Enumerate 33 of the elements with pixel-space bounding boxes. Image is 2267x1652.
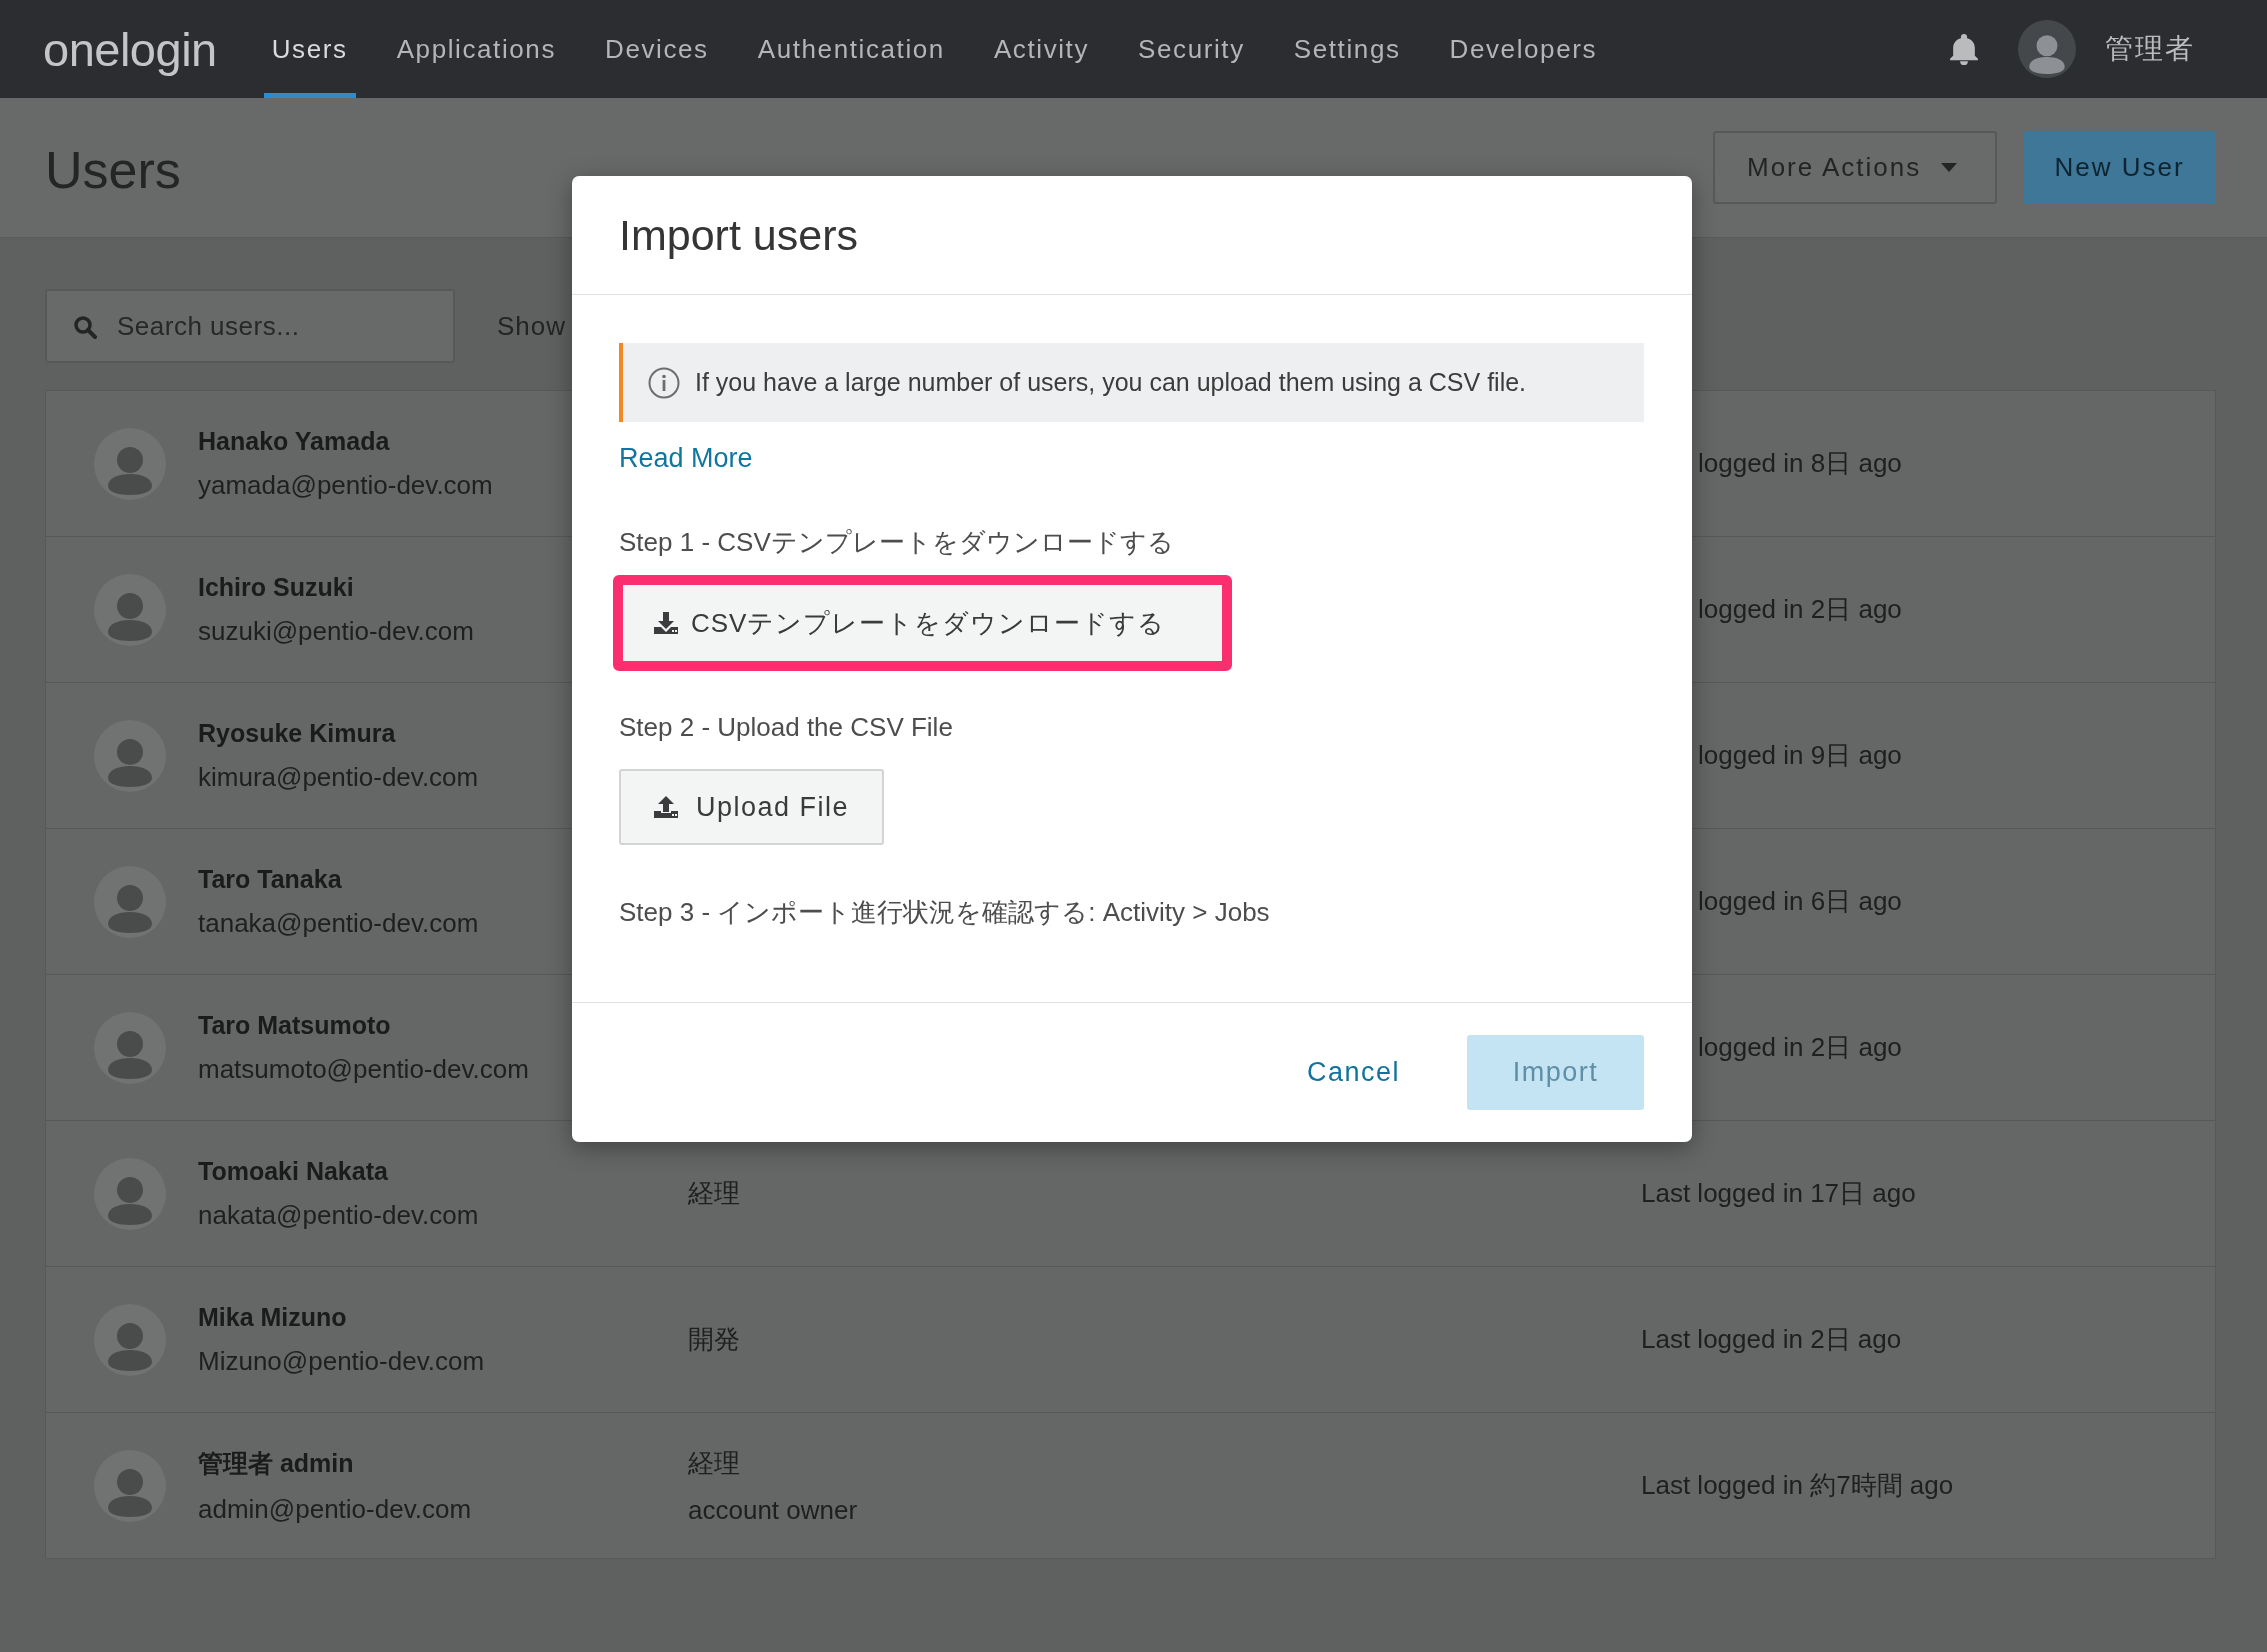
notice-text: If you have a large number of users, you can upload them using a CSV file.: [695, 368, 1527, 397]
user-name: Taro Matsumoto: [198, 1010, 391, 1040]
last-login-text: logged in 2日 ago: [1698, 594, 1902, 624]
user-name: Mika Mizuno: [198, 1302, 347, 1332]
user-name: Hanako Yamada: [198, 426, 390, 456]
last-login-text: Last logged in 2日 ago: [1641, 1324, 1902, 1354]
user-email: suzuki@pentio-dev.com: [198, 615, 474, 647]
dialog-title: Import users: [619, 210, 858, 260]
page-title: Users: [45, 139, 181, 200]
user-email: nakata@pentio-dev.com: [198, 1199, 479, 1231]
user-email: admin@pentio-dev.com: [198, 1493, 472, 1525]
last-login-text: logged in 2日 ago: [1698, 1032, 1902, 1062]
step-label: Step 2 - Upload the CSV File: [619, 711, 953, 744]
user-department: 経理: [688, 1177, 740, 1210]
user-name: 管理者 admin: [198, 1447, 354, 1479]
user-name: Ryosuke Kimura: [198, 718, 396, 748]
user-name: Ichiro Suzuki: [198, 572, 354, 602]
user-role: account owner: [688, 1494, 858, 1526]
user-department: 開発: [688, 1323, 740, 1356]
last-login-text: Last logged in 約7時間 ago: [1641, 1470, 1954, 1500]
last-login-text: logged in 6日 ago: [1698, 886, 1902, 916]
user-name: Taro Tanaka: [198, 864, 342, 894]
user-email: kimura@pentio-dev.com: [198, 761, 479, 793]
last-login-text: logged in 8日 ago: [1698, 448, 1902, 478]
user-email: Mizuno@pentio-dev.com: [198, 1345, 485, 1377]
user-email: matsumoto@pentio-dev.com: [198, 1053, 529, 1085]
user-email: tanaka@pentio-dev.com: [198, 907, 479, 939]
last-login-text: Last logged in 17日 ago: [1641, 1178, 1916, 1208]
step-label: Step 3 - インポート進行状況を確認する: Activity > Jobs: [619, 896, 1270, 929]
user-department: 経理: [688, 1446, 740, 1480]
last-login-text: logged in 9日 ago: [1698, 740, 1902, 770]
user-name: Tomoaki Nakata: [198, 1156, 388, 1186]
user-email: yamada@pentio-dev.com: [198, 469, 493, 501]
